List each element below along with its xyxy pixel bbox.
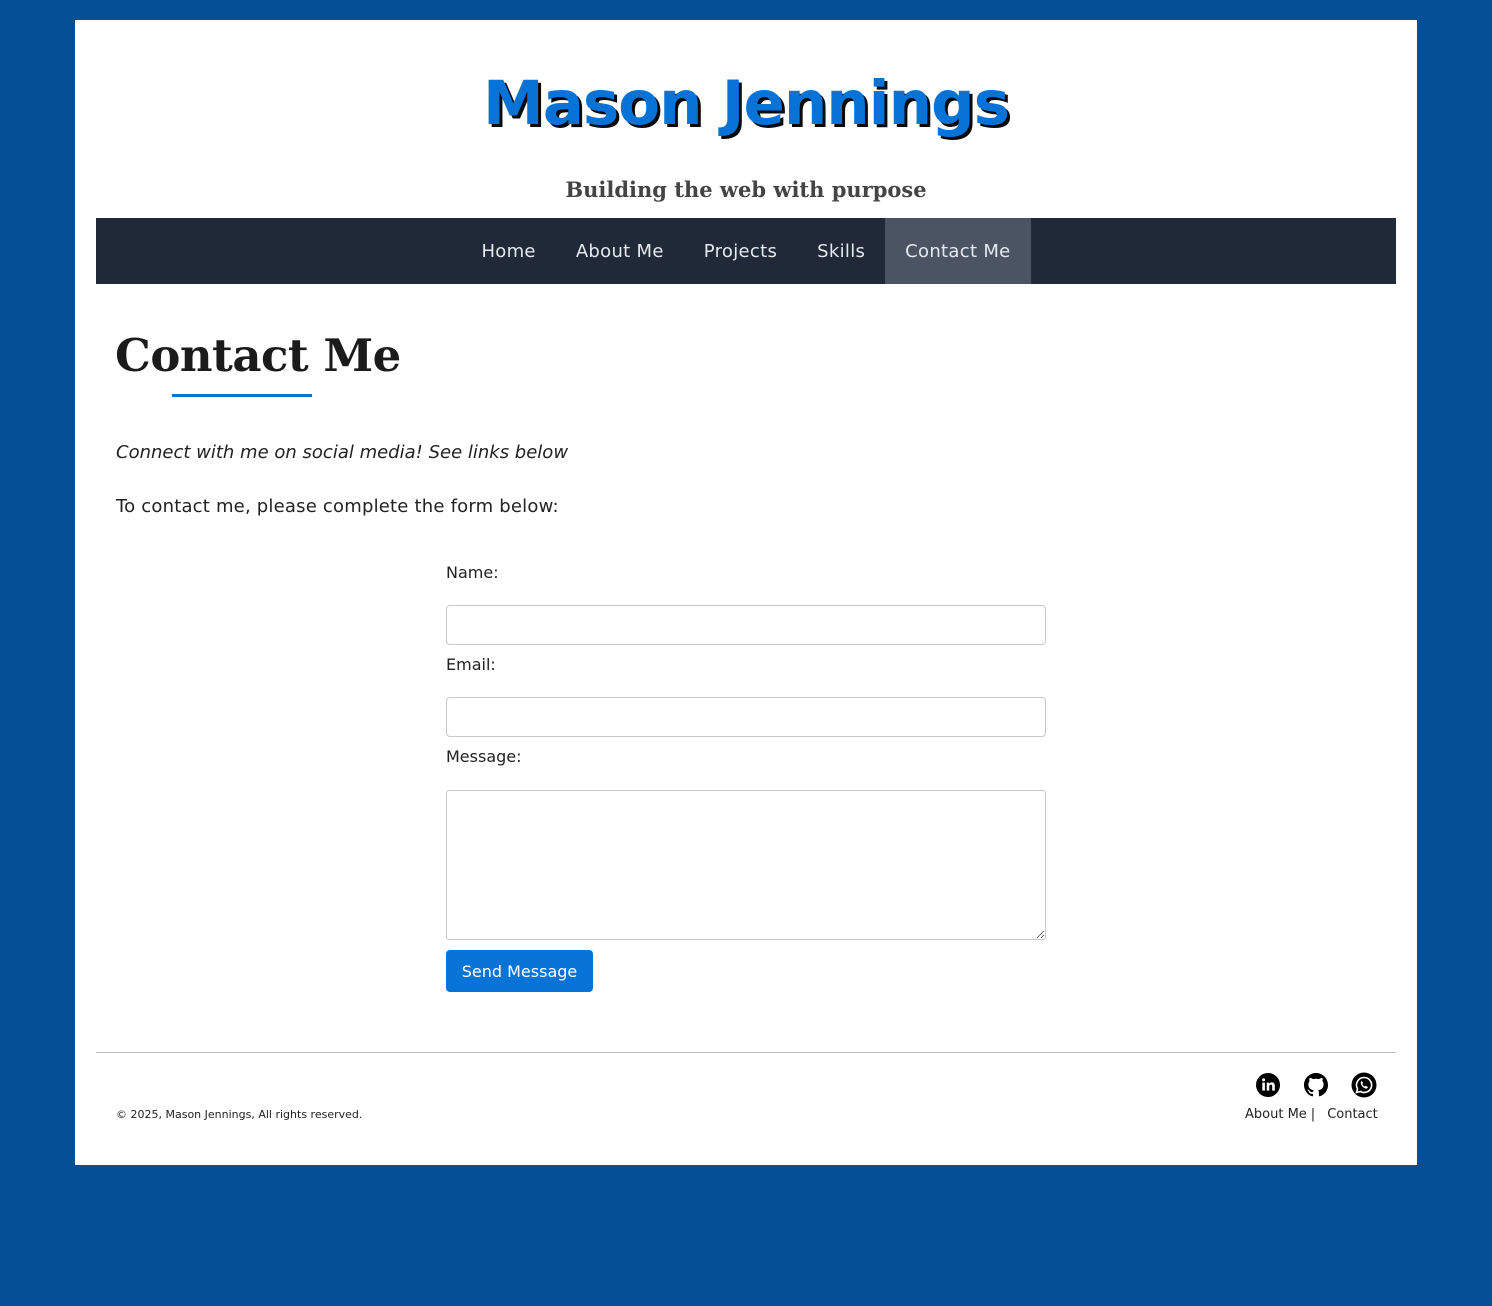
footer-divider	[96, 1052, 1396, 1053]
footer-link-about-me[interactable]: About Me	[1245, 1107, 1307, 1122]
send-message-button[interactable]: Send Message	[446, 950, 593, 992]
footer-link-contact[interactable]: Contact	[1327, 1107, 1378, 1122]
linkedin-icon[interactable]	[1255, 1072, 1281, 1098]
message-label: Message:	[446, 747, 522, 766]
name-label: Name:	[446, 563, 499, 582]
github-icon[interactable]	[1303, 1072, 1329, 1098]
nav-item-projects[interactable]: Projects	[684, 218, 797, 284]
whatsapp-icon[interactable]	[1351, 1072, 1377, 1098]
name-field[interactable]	[446, 605, 1046, 645]
footer-links: About Me | Contact	[1245, 1106, 1378, 1124]
nav-item-home[interactable]: Home	[461, 218, 555, 284]
site-tagline: Building the web with purpose	[565, 177, 927, 202]
email-field[interactable]	[446, 697, 1046, 737]
main-nav: Home About Me Projects Skills Contact Me	[96, 218, 1396, 284]
footer-link-separator: |	[1310, 1107, 1316, 1122]
form-intro: To contact me, please complete the form …	[116, 496, 559, 517]
social-note: Connect with me on social media! See lin…	[116, 442, 569, 463]
copyright-text: © 2025, Mason Jennings, All rights reser…	[116, 1108, 363, 1121]
social-links	[1255, 1072, 1377, 1098]
site-title[interactable]: Mason Jennings	[75, 64, 1417, 144]
nav-item-contact-me[interactable]: Contact Me	[885, 218, 1031, 284]
nav-item-about-me[interactable]: About Me	[556, 218, 684, 284]
page-title: Contact Me	[115, 329, 401, 382]
nav-item-skills[interactable]: Skills	[797, 218, 885, 284]
email-label: Email:	[446, 655, 496, 674]
title-underline	[172, 394, 312, 397]
page-container: Mason Jennings Building the web with pur…	[75, 20, 1417, 1165]
message-field[interactable]	[446, 790, 1046, 940]
